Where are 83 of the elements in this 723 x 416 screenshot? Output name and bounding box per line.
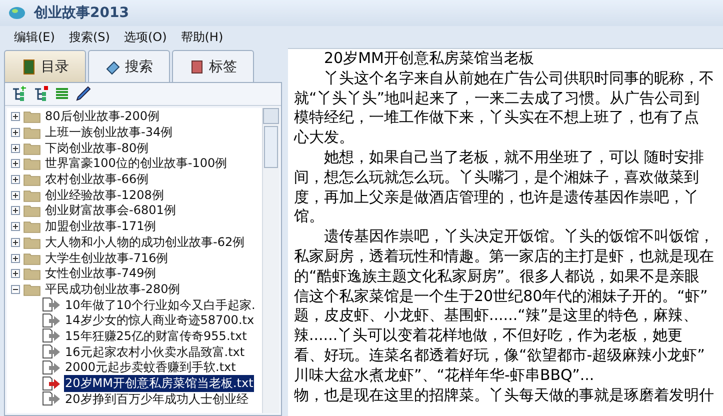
article-line: 辣......丫头可以变着花样地做，不但好吃，作为老板，她更	[294, 326, 684, 346]
tree-item[interactable]: 创业财富故事会-6801例	[44, 202, 177, 220]
collapse-icon[interactable]	[11, 284, 20, 294]
expand-icon[interactable]	[11, 190, 20, 200]
article-line: 20岁MM开创意私房菜馆当老板	[323, 49, 535, 69]
document-arrow-icon	[41, 328, 61, 344]
menu-item[interactable]: 搜索(S)	[68, 28, 110, 46]
article-line: 她想，如果自己当了老板，就不用坐班了，可以 随时安排	[323, 148, 705, 168]
scrollbar[interactable]	[262, 108, 279, 413]
pen-icon[interactable]	[75, 86, 91, 102]
tree-item[interactable]: 20岁挣到百万少年成功人士创业经	[64, 390, 250, 408]
article-line: 遗传基因作祟吧，丫头决定开饭馆。丫头的饭馆不叫饭馆，	[323, 227, 715, 247]
tree-item[interactable]: 农村创业故事-66例	[44, 171, 150, 188]
menu-item[interactable]: 编辑(E)	[14, 28, 55, 46]
folder-icon	[23, 236, 41, 249]
article-line: 川味大盆水煮龙虾”、“花样年华-虾串BBQ”...	[294, 366, 596, 386]
expand-icon[interactable]	[11, 269, 20, 278]
article-line: 信这个私家菜馆是一个生于20世纪80年代的湘妹子开的。“虾”	[294, 286, 709, 306]
article-line: 丫头这个名字来自从前她在广告公司供职时同事的昵称，不	[323, 68, 715, 89]
folder-icon	[23, 126, 41, 140]
expand-icon[interactable]	[11, 175, 20, 184]
folder-icon	[23, 267, 41, 280]
article-line: 心大发。	[294, 128, 355, 148]
document-arrow-icon	[41, 297, 61, 314]
tree-item[interactable]: 20岁MM开创意私房菜馆当老板.txt	[64, 375, 254, 392]
article-line: 间，想怎么玩就怎么玩。丫头嘴刁，是个湘妹子，喜欢做菜到	[294, 168, 700, 188]
document-arrow-icon	[41, 312, 61, 329]
expand-icon[interactable]	[11, 128, 20, 138]
book-icon	[21, 58, 37, 74]
folder-icon	[23, 220, 41, 234]
tree-item[interactable]: 下岗创业故事-80例	[44, 140, 150, 157]
tree-item[interactable]: 创业经验故事-1208例	[44, 186, 165, 204]
tree-item[interactable]: 上班一族创业故事-34例	[44, 124, 174, 142]
tree-item[interactable]: 16元起家农村小伙卖水晶致富.txt	[64, 344, 246, 361]
article-line: 的“酷虾逸族主题文化私家厨房”。很多人都说，如果不是亲眼	[294, 266, 701, 287]
list-icon[interactable]	[55, 87, 69, 101]
tree-item[interactable]: 2000元起步卖蚊香赚到手软.txt	[64, 359, 237, 376]
tree-item[interactable]: 平民成功创业故事-280例	[44, 280, 182, 298]
expand-icon[interactable]	[11, 144, 20, 153]
article-line: 就“丫头丫头”地叫起来了，一来二去成了习惯。从广告公司到	[294, 88, 701, 108]
document-arrow-icon	[41, 376, 61, 392]
remove-node-icon[interactable]	[33, 86, 49, 102]
folder-icon	[23, 110, 41, 124]
tree-item[interactable]: 80后创业故事-200例	[44, 108, 161, 126]
expand-icon[interactable]	[11, 159, 20, 168]
folder-icon	[23, 204, 41, 218]
tree-item[interactable]: 女性创业故事-749例	[44, 265, 158, 282]
document-arrow-icon	[41, 344, 61, 360]
tree-item[interactable]: 15年狂赚25亿的财富传奇955.txt	[64, 328, 248, 345]
expand-icon[interactable]	[11, 254, 20, 263]
folder-icon	[23, 157, 41, 170]
tree-item[interactable]: 大人物和小人物的成功创业故事-62例	[44, 234, 246, 251]
tree-item[interactable]: 加盟创业故事-171例	[44, 218, 158, 236]
tab[interactable]: 目录	[4, 50, 86, 82]
article-line: 物，也是现在这里的招牌菜。丫头每天做的事就是琢磨着发明什	[294, 386, 715, 406]
article-line: 私家厨房，透着玩性和情趣。第一家店的主打是虾，也就是现在	[294, 246, 715, 267]
expand-icon[interactable]	[11, 206, 20, 216]
add-node-icon[interactable]	[11, 86, 27, 102]
tree-item[interactable]: 世界富豪100位的创业故事-100例	[44, 155, 228, 172]
expand-icon[interactable]	[11, 222, 20, 232]
folder-icon	[23, 188, 41, 202]
folder-icon	[23, 142, 41, 155]
tab[interactable]: 搜索	[88, 50, 170, 82]
folder-icon	[23, 282, 41, 296]
article-line: 模特经纪，一堆工作做下来，丫头实在不想上班了，也有了点	[294, 108, 700, 128]
menu-item[interactable]: 选项(O)	[124, 28, 167, 46]
window-title: 创业故事2013	[34, 4, 129, 22]
article-line: 馆。	[294, 207, 325, 228]
article-line: 度，再加上父亲是做酒店管理的，也许是遗传基因作祟吧，丫	[294, 188, 700, 208]
expand-icon[interactable]	[11, 112, 20, 122]
folder-icon	[23, 173, 41, 186]
tree-item[interactable]: 10年做了10个行业如今又白手起家.	[64, 296, 256, 314]
article-line: 看、好玩。连菜名都透着好玩，像“欲望都市-超级麻辣小龙虾”	[294, 346, 706, 366]
document-arrow-icon	[41, 391, 61, 408]
tab[interactable]: 标签	[172, 50, 254, 82]
article-line: 题，皮皮虾、小龙虾、基围虾......“辣”是这里的特色，麻辣、	[294, 306, 700, 326]
app-icon	[8, 5, 26, 21]
folder-icon	[23, 252, 41, 265]
menu-item[interactable]: 帮助(H)	[180, 28, 224, 46]
tree-item[interactable]: 14岁少女的惊人商业奇迹58700.tx	[64, 312, 256, 330]
expand-icon[interactable]	[11, 238, 20, 247]
tree-item[interactable]: 大学生创业故事-716例	[44, 250, 170, 267]
document-arrow-icon	[41, 360, 61, 376]
